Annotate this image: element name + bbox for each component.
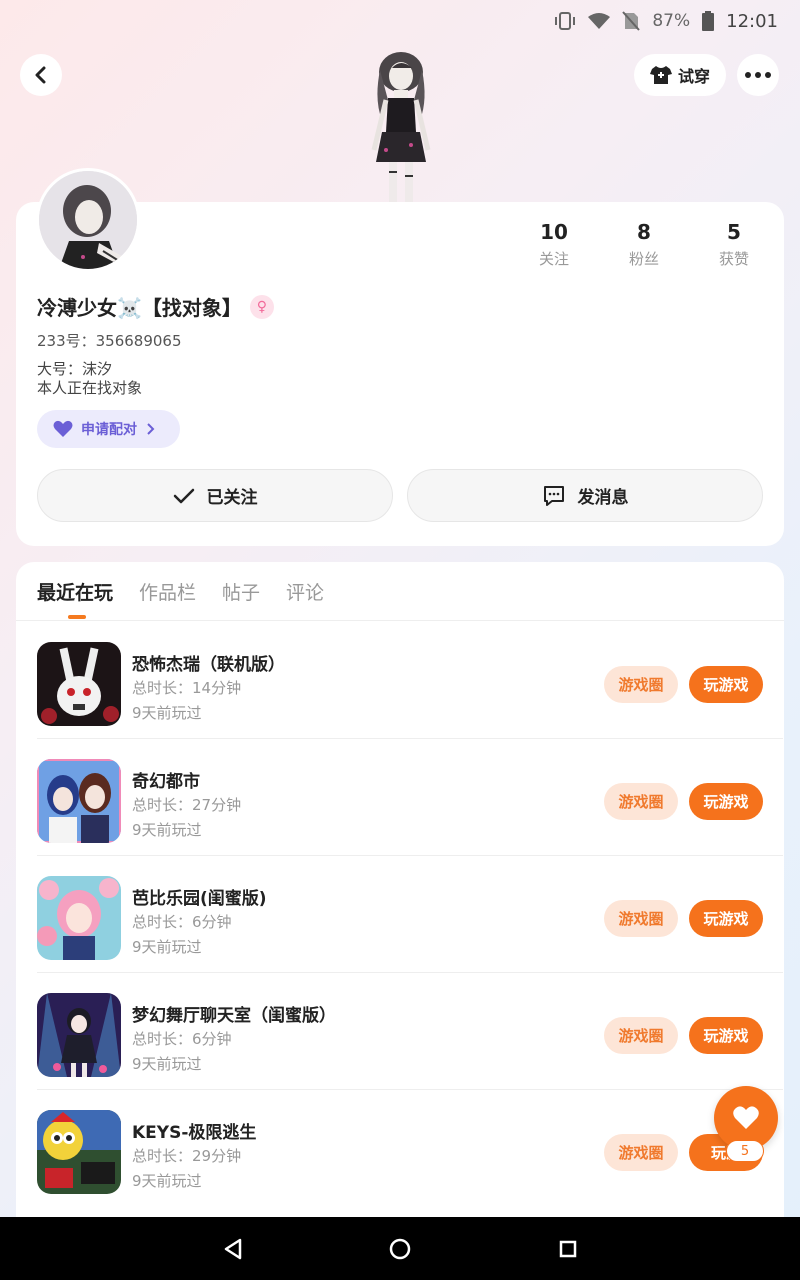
try-on-button[interactable]: 试穿 (634, 54, 726, 96)
game-title: 芭比乐园(闺蜜版) (132, 889, 267, 909)
game-last-played: 9天前玩过 (132, 938, 202, 956)
game-title: 奇幻都市 (132, 772, 200, 792)
game-list-item[interactable]: 奇幻都市 总时长：27分钟 9天前玩过 游戏圈 玩游戏 (37, 739, 783, 856)
nickname-row: 冷溥少女☠️【找对象】 ♀ (37, 292, 274, 321)
more-dots-icon (745, 72, 771, 78)
avatar-character-figure[interactable] (356, 50, 446, 202)
nav-recents-button[interactable] (554, 1235, 582, 1263)
send-message-label: 发消息 (577, 488, 629, 508)
chevron-left-icon (35, 66, 46, 84)
nav-home-button[interactable] (386, 1235, 414, 1263)
bio: 大号：沫汐 本人正在找对象 (37, 360, 142, 398)
game-last-played: 9天前玩过 (132, 1055, 202, 1073)
game-circle-button[interactable]: 游戏圈 (604, 1134, 678, 1171)
play-game-button[interactable]: 玩游戏 (689, 666, 763, 703)
back-button[interactable] (20, 54, 62, 96)
game-duration: 总时长：14分钟 (132, 679, 242, 697)
tabs-divider (16, 620, 784, 621)
bio-line-2: 本人正在找对象 (37, 379, 143, 397)
game-list-item[interactable]: 芭比乐园(闺蜜版) 总时长：6分钟 9天前玩过 游戏圈 玩游戏 (37, 856, 783, 973)
game-list-item[interactable]: 梦幻舞厅聊天室（闺蜜版） 总时长：6分钟 9天前玩过 游戏圈 玩游戏 (37, 973, 783, 1090)
game-icon-fantasy-city (37, 759, 121, 843)
game-circle-button[interactable]: 游戏圈 (604, 1017, 678, 1054)
stat-followers-label: 粉丝 (628, 250, 659, 268)
vibrate-icon (554, 10, 576, 32)
play-game-button[interactable]: 玩游戏 (689, 1017, 763, 1054)
followed-button[interactable]: 已关注 (37, 469, 393, 522)
wifi-icon (588, 12, 611, 30)
female-gender-icon: ♀ (249, 294, 274, 319)
tab-comments[interactable]: 评论 (286, 578, 324, 605)
game-list-item[interactable]: KEYS-极限逃生 总时长：29分钟 9天前玩过 游戏圈 玩游 (37, 1090, 783, 1207)
game-title: 梦幻舞厅聊天室（闺蜜版） (132, 1006, 336, 1026)
status-bar: 87% 12:01 (0, 0, 800, 48)
game-circle-button[interactable]: 游戏圈 (604, 666, 678, 703)
play-game-button[interactable]: 玩游戏 (689, 900, 763, 937)
bio-line-1: 大号：沫汐 (37, 360, 113, 378)
shirt-icon (649, 66, 672, 84)
game-duration: 总时长：27分钟 (132, 796, 242, 814)
circle-home-icon (389, 1238, 411, 1260)
stat-following-value: 10 (540, 220, 568, 244)
game-circle-button[interactable]: 游戏圈 (604, 900, 678, 937)
game-last-played: 9天前玩过 (132, 821, 202, 839)
chat-bubble-icon (543, 485, 564, 506)
request-pairing-label: 申请配对 (81, 422, 137, 438)
system-nav-bar (0, 1217, 800, 1280)
clock: 12:01 (726, 10, 778, 32)
heart-icon (733, 1106, 759, 1129)
check-icon (173, 488, 194, 503)
stat-following-label: 关注 (538, 250, 569, 268)
game-title: 恐怖杰瑞（联机版） (132, 655, 285, 675)
stat-likes[interactable]: 5 获赞 (694, 220, 774, 269)
no-sim-icon (622, 11, 641, 31)
game-icon-keys-escape (37, 1110, 121, 1194)
game-duration: 总时长：29分钟 (132, 1147, 242, 1165)
game-list-item[interactable]: 恐怖杰瑞（联机版） 总时长：14分钟 9天前玩过 游戏圈 玩游戏 (37, 622, 783, 739)
game-duration: 总时长：6分钟 (132, 913, 232, 931)
heart-icon (53, 420, 73, 437)
play-game-button[interactable]: 玩游戏 (689, 783, 763, 820)
game-duration: 总时长：6分钟 (132, 1030, 232, 1048)
game-last-played: 9天前玩过 (132, 1172, 202, 1190)
game-last-played: 9天前玩过 (132, 704, 202, 722)
try-on-label: 试穿 (677, 67, 710, 86)
stat-following[interactable]: 10 关注 (514, 220, 594, 269)
nickname: 冷溥少女☠️【找对象】 (37, 296, 242, 320)
game-icon-barbie-park (37, 876, 121, 960)
more-button[interactable] (737, 54, 779, 96)
stat-followers[interactable]: 8 粉丝 (604, 220, 684, 269)
tab-posts[interactable]: 帖子 (222, 578, 260, 605)
stat-likes-value: 5 (727, 220, 741, 244)
square-recents-icon (559, 1240, 577, 1258)
profile-tabs: 最近在玩 作品栏 帖子 评论 (37, 578, 324, 605)
chevron-right-icon (147, 423, 155, 435)
stat-followers-value: 8 (637, 220, 651, 244)
tab-active-indicator (68, 615, 86, 619)
game-title: KEYS-极限逃生 (132, 1123, 257, 1143)
request-pairing-button[interactable]: 申请配对 (37, 410, 180, 448)
game-circle-button[interactable]: 游戏圈 (604, 783, 678, 820)
battery-percent: 87% (652, 11, 691, 31)
followed-label: 已关注 (206, 488, 258, 508)
like-count-badge: 5 (726, 1140, 764, 1162)
game-icon-bunny (37, 642, 121, 726)
battery-icon (702, 11, 715, 31)
user-id: 233号：356689065 (37, 332, 182, 350)
user-avatar[interactable] (36, 168, 140, 272)
nav-back-button[interactable] (219, 1235, 247, 1263)
stat-likes-label: 获赞 (718, 250, 749, 268)
game-icon-dream-ballroom (37, 993, 121, 1077)
send-message-button[interactable]: 发消息 (407, 469, 763, 522)
triangle-back-icon (224, 1238, 242, 1260)
tab-works[interactable]: 作品栏 (139, 578, 196, 605)
tab-recently-played[interactable]: 最近在玩 (37, 578, 113, 605)
